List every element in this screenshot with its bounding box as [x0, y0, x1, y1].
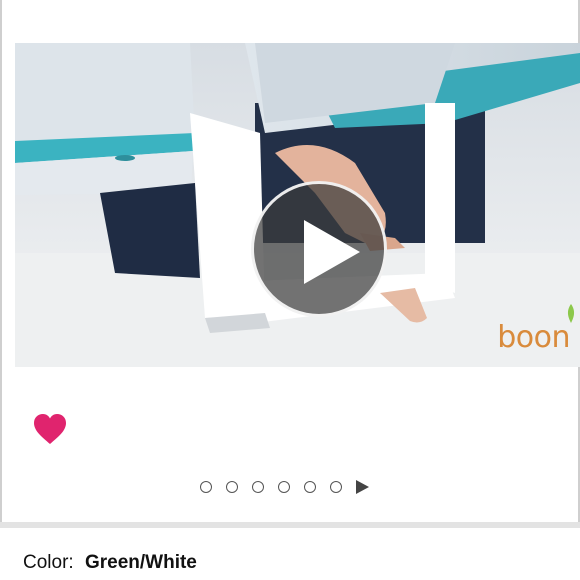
- carousel-dot[interactable]: [304, 481, 316, 493]
- color-value: Green/White: [84, 552, 197, 573]
- play-arrow-icon[interactable]: [356, 480, 369, 494]
- carousel-dot[interactable]: [200, 481, 212, 493]
- carousel-dot[interactable]: [278, 481, 290, 493]
- brand-logo: boon: [497, 320, 570, 355]
- heart-icon[interactable]: [33, 413, 67, 445]
- section-divider: [0, 522, 580, 528]
- color-selection: Color: Green/White: [23, 552, 197, 574]
- carousel-dot[interactable]: [226, 481, 238, 493]
- frame-border-left: [0, 0, 2, 522]
- carousel-dot[interactable]: [330, 481, 342, 493]
- play-button[interactable]: [251, 181, 387, 317]
- color-label: Color:: [23, 552, 74, 573]
- carousel-indicator: [200, 479, 369, 495]
- product-video[interactable]: boon: [15, 43, 580, 367]
- carousel-dot[interactable]: [252, 481, 264, 493]
